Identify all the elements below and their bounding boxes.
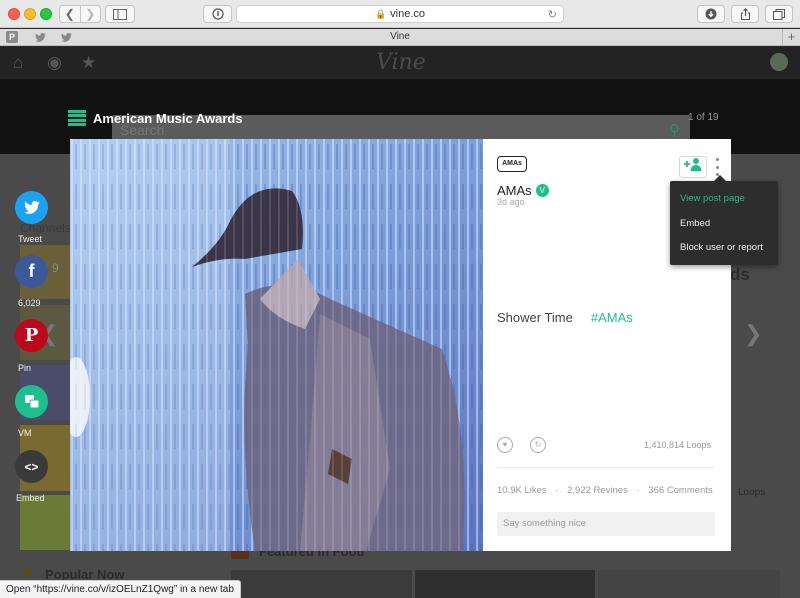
follow-button[interactable] [679, 156, 707, 178]
featured-thumb[interactable] [598, 570, 780, 598]
reload-icon[interactable]: ↻ [548, 8, 557, 21]
download-icon [705, 8, 717, 20]
user-avatar[interactable] [770, 53, 788, 71]
collection-counter: 1 of 19 [688, 112, 719, 123]
site-header: ⌂ ◉ ★ Vine [0, 47, 800, 79]
minimize-window-button[interactable] [24, 8, 36, 20]
new-tab-button[interactable]: + [782, 29, 800, 45]
embed-label: Embed [16, 493, 45, 503]
forward-button[interactable]: ❯ [79, 6, 101, 22]
more-options-button[interactable] [714, 158, 720, 176]
vm-button[interactable] [15, 385, 48, 418]
video-frame [70, 139, 483, 551]
menu-item-embed[interactable]: Embed [680, 218, 710, 229]
add-user-icon [684, 158, 702, 171]
search-icon[interactable]: ⚲ [669, 121, 680, 139]
twitter-icon [23, 201, 40, 214]
hashtag-link[interactable]: #AMAs [591, 310, 633, 325]
status-bar-url: Open “https://vine.co/v/izOELnZ1Qwg” in … [0, 580, 241, 598]
tabs-icon [773, 8, 785, 20]
post-username[interactable]: AMAs [497, 183, 532, 198]
video-player[interactable] [70, 139, 483, 551]
chevron-left-icon: ❮ [64, 7, 75, 21]
home-icon[interactable]: ⌂ [13, 53, 23, 73]
browser-toolbar: ❮ ❯ 🔒 vine.co ↻ [0, 0, 800, 28]
post-author: AMAs V [497, 183, 549, 198]
chevron-right-icon: ❯ [85, 7, 96, 21]
share-icon [740, 8, 750, 20]
channel-thumb[interactable] [20, 495, 70, 550]
comments-count[interactable]: 366 Comments [648, 485, 712, 496]
menu-pointer [714, 175, 726, 181]
info-icon [211, 8, 224, 20]
divider [497, 467, 715, 468]
likes-count[interactable]: 10.9K Likes [497, 485, 547, 496]
stats-separator: · [636, 485, 640, 496]
pinterest-icon: P [24, 325, 39, 346]
amas-logo[interactable]: AMAs [497, 156, 527, 172]
verified-badge-icon: V [535, 184, 549, 197]
close-window-button[interactable] [8, 8, 20, 20]
ghost-loops: Loops [738, 487, 766, 498]
pinterest-button[interactable]: P [15, 319, 48, 352]
loop-count: 1,410,814 Loops [643, 440, 711, 450]
facebook-share-button[interactable]: f [15, 255, 48, 288]
back-button[interactable]: ❮ [60, 6, 80, 22]
star-icon[interactable]: ★ [81, 53, 96, 73]
zoom-window-button[interactable] [40, 8, 52, 20]
post-stats: 10.9K Likes · 2,922 Revines · 366 Commen… [497, 485, 713, 496]
tweet-button[interactable] [15, 191, 48, 224]
comment-input[interactable]: Say something nice [497, 512, 715, 536]
code-icon: <> [24, 459, 39, 474]
post-modal: AMAs AMAs V 3d ago Shower Time #AMAs ♥ ↻ … [70, 139, 731, 551]
list-icon[interactable] [68, 109, 86, 127]
share-button[interactable] [731, 5, 759, 23]
post-timestamp[interactable]: 3d ago [497, 197, 525, 207]
reader-button[interactable] [203, 5, 232, 23]
pin-label: Pin [18, 363, 32, 373]
post-options-menu: View post page Embed Block user or repor… [670, 175, 778, 265]
downloads-button[interactable] [697, 5, 725, 23]
facebook-count: 6,029 [18, 298, 41, 308]
menu-item-block-report[interactable]: Block user or report [680, 242, 763, 253]
facebook-icon: f [28, 261, 35, 281]
collection-title[interactable]: American Music Awards [93, 111, 243, 126]
history-nav: ❮ ❯ [59, 5, 101, 23]
channel-count: 9 [52, 261, 59, 275]
address-bar[interactable]: 🔒 vine.co ↻ [236, 5, 564, 23]
sidebar-icon [113, 8, 127, 20]
explore-icon[interactable]: ◉ [47, 53, 62, 73]
lock-icon: 🔒 [374, 8, 387, 19]
tweet-label: Tweet [18, 234, 43, 244]
caption-text: Shower Time [497, 310, 573, 325]
featured-thumb[interactable] [415, 570, 595, 598]
chevron-right-icon[interactable]: ❯ [744, 321, 762, 347]
revine-icon[interactable]: ↻ [530, 437, 546, 453]
stats-separator: · [555, 485, 559, 496]
message-icon [24, 394, 39, 408]
collection-header: American Music Awards [68, 108, 243, 128]
menu-item-view-post[interactable]: View post page [680, 193, 745, 204]
sidebar-toggle-button[interactable] [105, 5, 135, 23]
tab-vine[interactable]: Vine [0, 31, 800, 42]
comment-placeholder: Say something nice [503, 518, 586, 529]
vine-logo[interactable]: Vine [376, 50, 426, 75]
like-icon[interactable]: ♥ [497, 437, 513, 453]
featured-thumb[interactable] [231, 570, 412, 598]
revines-count[interactable]: 2,922 Revines [567, 485, 628, 496]
ghost-ds: ds [730, 265, 750, 284]
embed-button[interactable]: <> [15, 450, 48, 483]
tabs-overview-button[interactable] [765, 5, 793, 23]
address-url: vine.co [390, 8, 426, 20]
vm-label: VM [18, 428, 32, 438]
tab-bar: P Vine + [0, 29, 800, 46]
post-caption: Shower Time #AMAs [497, 310, 633, 325]
